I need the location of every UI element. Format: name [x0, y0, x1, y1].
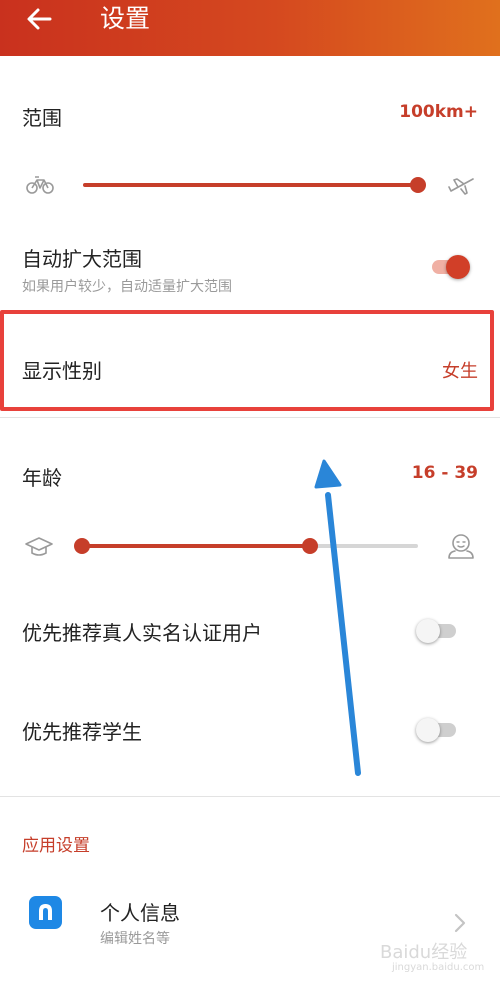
graduation-cap-icon [25, 537, 53, 556]
show-gender-value[interactable]: 女生 [442, 357, 478, 383]
watermark: Baidu经验 [380, 942, 468, 963]
auto-expand-label: 自动扩大范围 [22, 247, 142, 271]
age-label: 年龄 [22, 466, 62, 490]
age-value: 16 - 39 [411, 463, 478, 483]
elderly-person-icon [448, 534, 474, 559]
watermark-url: jingyan.baidu.com [392, 962, 485, 973]
app-header: 设置 [0, 0, 500, 56]
prefer-students-label: 优先推荐学生 [22, 720, 142, 744]
age-slider-range [82, 544, 310, 548]
prefer-verified-toggle[interactable] [416, 616, 462, 646]
section-divider [0, 796, 500, 797]
age-slider-min-thumb[interactable] [74, 538, 90, 554]
show-gender-label[interactable]: 显示性别 [22, 355, 102, 384]
range-value: 100km+ [399, 102, 478, 122]
range-slider-thumb[interactable] [410, 177, 426, 193]
bicycle-icon [26, 176, 54, 194]
profile-icon[interactable] [29, 896, 62, 929]
personal-info-description: 编辑姓名等 [100, 931, 170, 947]
range-label: 范围 [22, 106, 62, 130]
chevron-right-icon[interactable] [452, 912, 468, 934]
auto-expand-description: 如果用户较少，自动适量扩大范围 [22, 279, 232, 295]
settings-content: 范围 100km+ 自动扩大范围 如果用户较少，自动适量扩大范围 显示性别 女生… [0, 56, 500, 991]
personal-info-label[interactable]: 个人信息 [100, 897, 180, 926]
app-settings-section-title: 应用设置 [22, 836, 90, 856]
divider [0, 417, 500, 418]
prefer-verified-label: 优先推荐真人实名认证用户 [22, 621, 262, 645]
prefer-students-toggle[interactable] [416, 715, 462, 745]
page-title: 设置 [100, 4, 151, 33]
airplane-icon [448, 178, 474, 195]
back-button[interactable] [22, 2, 56, 36]
arrow-annotation-icon [314, 459, 361, 776]
auto-expand-toggle[interactable] [426, 252, 472, 282]
range-slider-track[interactable] [83, 183, 419, 187]
arrow-left-icon [27, 8, 52, 30]
